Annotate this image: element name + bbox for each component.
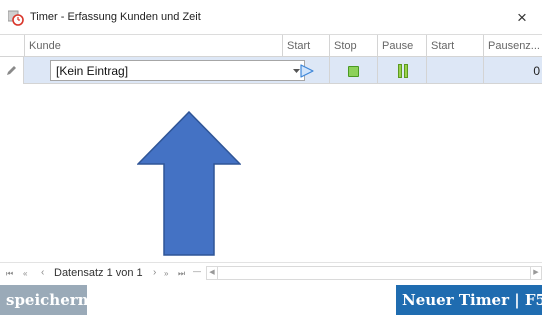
scroll-left-icon[interactable]: ◀ bbox=[207, 267, 218, 279]
grid-header: Kunde Start Stop Pause Start Pausenz... bbox=[0, 35, 542, 57]
window-titlebar: Timer - Erfassung Kunden und Zeit × bbox=[0, 0, 542, 35]
action-bar: speichern Neuer Timer | F5 bbox=[0, 285, 542, 315]
nav-prev-button[interactable]: ‹ bbox=[41, 267, 45, 278]
column-header-stop[interactable]: Stop bbox=[330, 35, 378, 57]
window-title: Timer - Erfassung Kunden und Zeit bbox=[30, 11, 201, 23]
record-position: Datensatz 1 von 1 bbox=[54, 267, 143, 279]
row-indicator bbox=[0, 57, 24, 84]
column-header-start-2[interactable]: Start bbox=[427, 35, 484, 57]
kunde-cell: [Kein Eintrag] bbox=[25, 57, 305, 84]
close-button[interactable]: × bbox=[510, 6, 534, 30]
new-timer-button[interactable]: Neuer Timer | F5 bbox=[396, 285, 542, 315]
nav-next-button[interactable]: › bbox=[153, 267, 157, 278]
start-2-cell bbox=[427, 57, 484, 84]
scroll-right-icon[interactable]: ▶ bbox=[530, 267, 541, 279]
nav-last-button[interactable]: ⏭ bbox=[178, 269, 185, 279]
header-indicator-cell bbox=[0, 35, 25, 57]
pencil-icon bbox=[7, 66, 16, 75]
play-icon[interactable] bbox=[300, 64, 314, 78]
pause-icon[interactable] bbox=[398, 64, 410, 78]
nav-next-page-button[interactable]: » bbox=[164, 269, 169, 278]
nav-prev-page-button[interactable]: « bbox=[23, 269, 28, 278]
record-navigator: ⏮ « ‹ Datensatz 1 von 1 › » ⏭ — ◀ ▶ bbox=[0, 262, 542, 284]
kunde-select[interactable]: [Kein Eintrag] bbox=[50, 60, 305, 81]
column-header-pausenzeit[interactable]: Pausenz... bbox=[484, 35, 542, 57]
nav-first-button[interactable]: ⏮ bbox=[6, 269, 13, 279]
up-arrow-annotation bbox=[137, 111, 241, 256]
horizontal-scrollbar[interactable]: ◀ ▶ bbox=[206, 266, 542, 280]
pausenzeit-cell: 0 bbox=[484, 57, 542, 84]
column-header-start[interactable]: Start bbox=[283, 35, 330, 57]
nav-delete-button[interactable]: — bbox=[193, 267, 201, 276]
pausenzeit-value: 0 bbox=[533, 64, 540, 78]
column-header-kunde[interactable]: Kunde bbox=[25, 35, 283, 57]
save-button[interactable]: speichern bbox=[0, 285, 89, 315]
stop-icon[interactable] bbox=[348, 66, 359, 77]
kunde-value: [Kein Eintrag] bbox=[56, 64, 129, 78]
table-row[interactable]: [Kein Eintrag] 0 bbox=[0, 57, 542, 84]
timer-app-icon bbox=[8, 10, 24, 26]
column-header-pause[interactable]: Pause bbox=[378, 35, 427, 57]
